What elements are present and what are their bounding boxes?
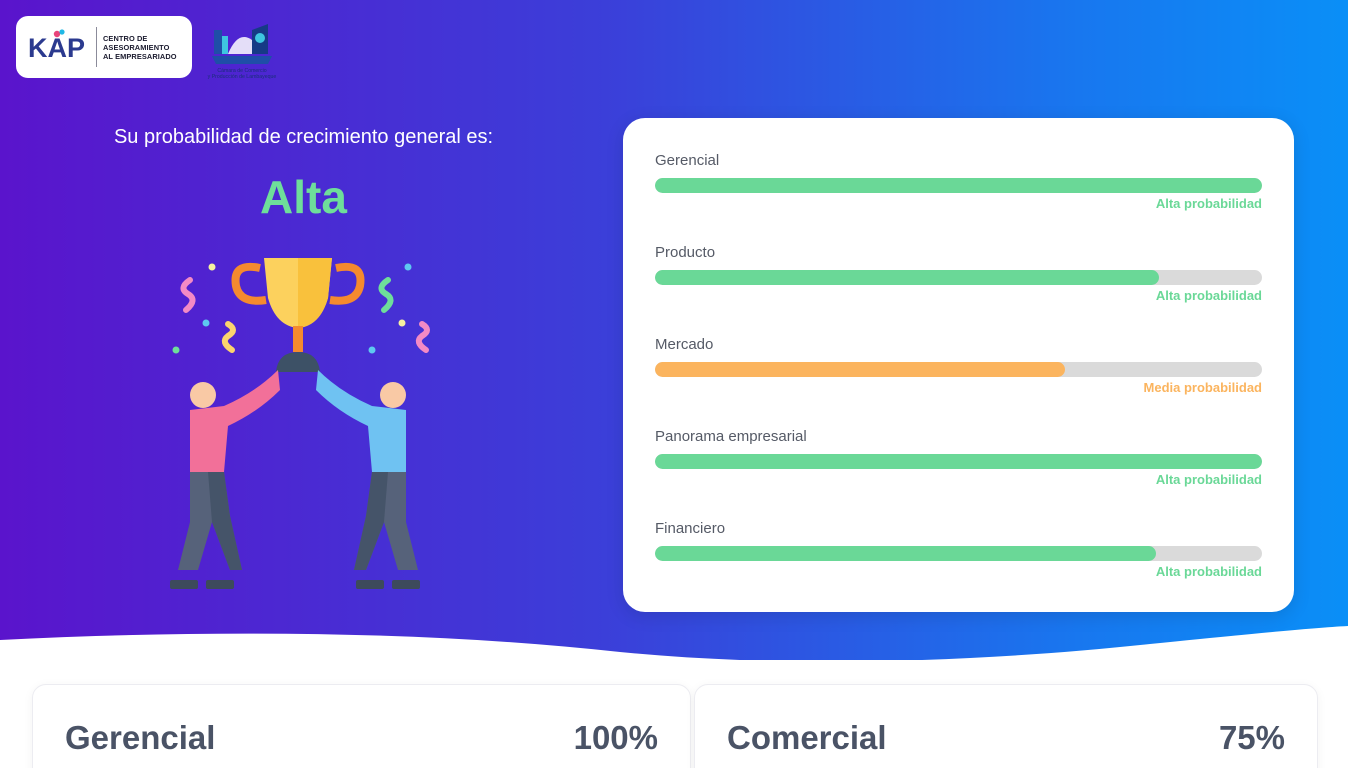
metric-panorama-empresarial: Panorama empresarial Alta probabilidad [655,428,1262,520]
metric-mercado: Mercado Media probabilidad [655,336,1262,428]
svg-text:y Producción de Lambayeque: y Producción de Lambayeque [208,74,277,80]
kap-logo-line-1: CENTRO DE [103,33,148,43]
growth-probability-headline: Su probabilidad de crecimiento general e… [113,126,494,148]
growth-probability-level: Alta [260,171,347,223]
metric-label: Gerencial [655,152,720,169]
kap-wordmark: KAP [28,33,85,63]
trophy-celebration-illustration [170,258,430,589]
kap-logo-line-2: ASESORAMIENTO [103,42,170,52]
progress-bar-fill [655,270,1159,285]
metric-label: Financiero [655,520,726,537]
kap-logo[interactable]: KAP CENTRO DE ASESORAMIENTO AL EMPRESARI… [16,16,192,78]
score-card-title: Gerencial [65,719,216,756]
progress-bar-track [655,270,1262,285]
metric-status: Alta probabilidad [1155,472,1262,487]
metric-label: Producto [655,244,716,261]
progress-bar-track [655,546,1262,561]
metric-status: Alta probabilidad [1155,288,1262,303]
progress-bar-fill [655,546,1156,561]
score-card-title: Comercial [727,719,887,756]
metric-status: Alta probabilidad [1155,196,1262,211]
kap-logo-text: CENTRO DE ASESORAMIENTO AL EMPRESARIADO [103,34,177,61]
progress-bar-track [655,178,1262,193]
metric-status: Alta probabilidad [1155,564,1262,579]
score-card-value: 75% [1218,719,1285,756]
metric-gerencial: Gerencial Alta probabilidad [655,152,1262,244]
score-cards: Gerencial 100% Comercial 75% [32,684,1318,768]
metric-producto: Producto Alta probabilidad [655,244,1262,336]
kap-logo-mark: KAP [28,29,85,63]
hero-section: KAP CENTRO DE ASESORAMIENTO AL EMPRESARI… [0,0,1348,660]
metric-status: Media probabilidad [1143,380,1262,395]
logo-divider [96,27,97,67]
chamber-of-commerce-logo[interactable]: Cámara de Comercio y Producción de Lamba… [198,20,286,82]
probability-breakdown-panel: Gerencial Alta probabilidad Producto Alt… [623,118,1294,612]
score-card-value: 100% [573,719,658,756]
score-card-comercial[interactable]: Comercial 75% [694,684,1318,768]
progress-bar-track [655,454,1262,469]
kap-logo-line-3: AL EMPRESARIADO [103,51,177,61]
progress-bar-fill [655,454,1262,469]
progress-bar-track [655,362,1262,377]
score-card-gerencial[interactable]: Gerencial 100% [32,684,691,768]
metric-financiero: Financiero Alta probabilidad [655,520,1262,612]
progress-bar-fill [655,362,1065,377]
metric-label: Panorama empresarial [655,428,807,445]
progress-bar-fill [655,178,1262,193]
metric-label: Mercado [655,336,714,353]
